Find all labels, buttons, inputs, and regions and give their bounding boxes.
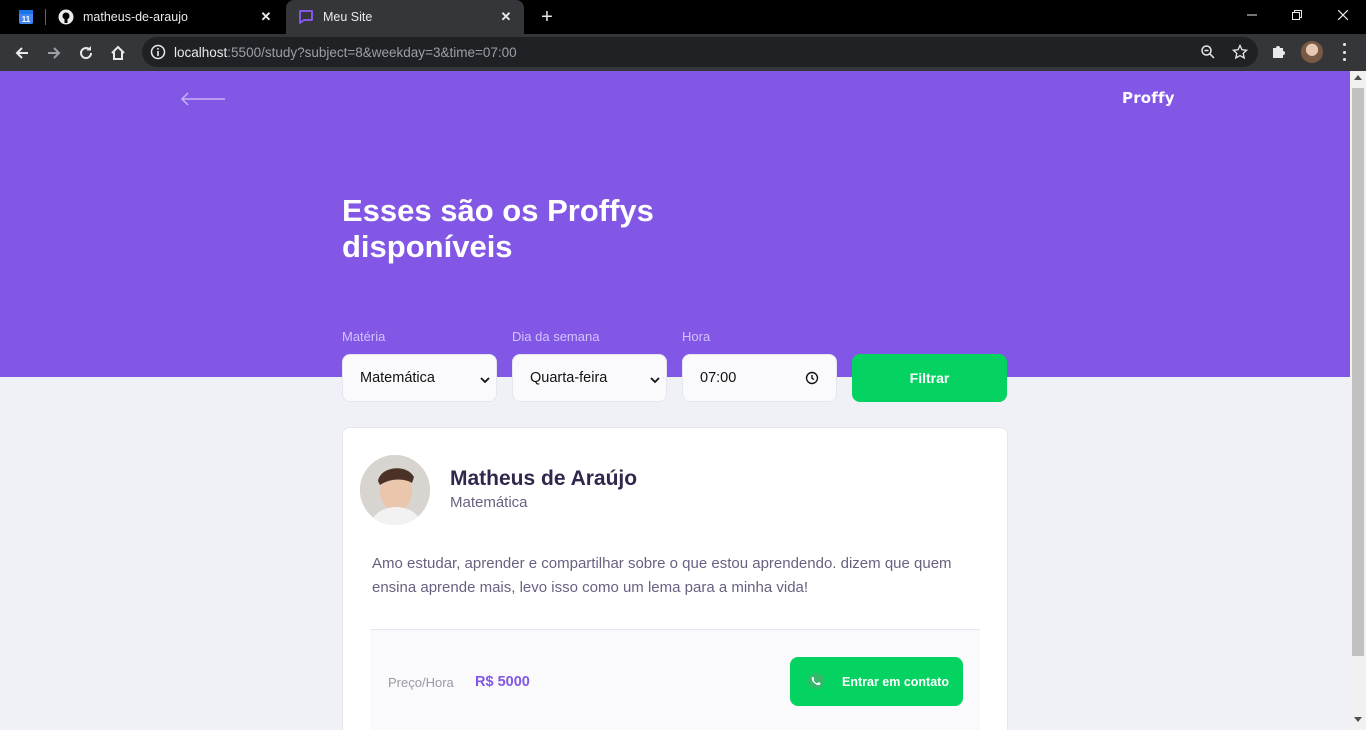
svg-text:11: 11 <box>22 15 31 24</box>
back-arrow-icon[interactable] <box>180 91 226 107</box>
weekday-select-value: Quarta-feira <box>530 370 608 386</box>
card-footer: Preço/Hora R$ 5000 Entrar em contato <box>370 629 980 730</box>
calendar-icon: 11 <box>18 9 34 25</box>
forward-icon[interactable] <box>40 39 68 67</box>
chevron-down-icon <box>650 373 660 384</box>
clock-icon[interactable] <box>805 371 819 385</box>
address-bar[interactable]: localhost:5500/study?subject=8&weekday=3… <box>142 37 1258 67</box>
subject-label: Matéria <box>342 329 386 344</box>
close-tab-icon[interactable]: ✕ <box>258 9 274 25</box>
weekday-select[interactable]: Quarta-feira <box>512 354 667 402</box>
close-window-icon[interactable] <box>1320 0 1366 30</box>
teacher-subject: Matemática <box>450 494 528 511</box>
back-icon[interactable] <box>8 39 36 67</box>
subject-select-value: Matemática <box>360 370 435 386</box>
chat-icon <box>298 9 314 25</box>
contact-button[interactable]: Entrar em contato <box>790 657 963 706</box>
scrollbar-thumb[interactable] <box>1352 88 1364 656</box>
scroll-up-icon[interactable] <box>1354 75 1362 80</box>
browser-toolbar: localhost:5500/study?subject=8&weekday=3… <box>0 34 1366 71</box>
page-header: Proffy Esses são os Proffys disponíveis … <box>0 71 1350 377</box>
scroll-down-icon[interactable] <box>1354 717 1362 722</box>
site-info-icon[interactable] <box>150 44 166 60</box>
restore-icon[interactable] <box>1274 0 1320 30</box>
tab-meu-site[interactable]: Meu Site ✕ <box>286 0 524 34</box>
teacher-card: Matheus de Araújo Matemática Amo estudar… <box>342 427 1008 730</box>
tab-title: Meu Site <box>323 10 373 24</box>
github-icon <box>58 9 74 25</box>
url-text: localhost:5500/study?subject=8&weekday=3… <box>174 45 517 60</box>
teacher-avatar <box>360 455 430 525</box>
page-viewport: Proffy Esses são os Proffys disponíveis … <box>0 71 1350 730</box>
price-label: Preço/Hora <box>388 675 454 690</box>
filter-button[interactable]: Filtrar <box>852 354 1007 402</box>
tab-calendar[interactable]: 11 <box>6 0 42 34</box>
whatsapp-icon <box>807 672 825 690</box>
profile-avatar[interactable] <box>1301 41 1323 63</box>
home-icon[interactable] <box>104 39 132 67</box>
close-tab-icon[interactable]: ✕ <box>498 9 514 25</box>
page-scrollbar[interactable] <box>1350 71 1366 730</box>
weekday-label: Dia da semana <box>512 329 600 344</box>
extensions-icon[interactable] <box>1270 42 1290 62</box>
tab-title: matheus-de-araujo <box>83 10 188 24</box>
reload-icon[interactable] <box>72 39 100 67</box>
teacher-bio: Amo estudar, aprender e compartilhar sob… <box>372 555 952 596</box>
time-label: Hora <box>682 329 711 344</box>
subject-select[interactable]: Matemática <box>342 354 497 402</box>
chevron-down-icon <box>480 373 490 384</box>
browser-tab-bar: 11 matheus-de-araujo ✕ Meu Site ✕ + <box>0 0 1366 34</box>
minimize-icon[interactable] <box>1229 0 1275 30</box>
zoom-icon[interactable] <box>1200 44 1216 60</box>
time-input[interactable]: 07:00 <box>682 354 837 402</box>
bookmark-star-icon[interactable] <box>1231 43 1249 60</box>
price-value: R$ 5000 <box>475 674 530 690</box>
tab-github[interactable]: matheus-de-araujo ✕ <box>46 0 284 34</box>
new-tab-icon[interactable]: + <box>535 5 559 29</box>
browser-menu-icon[interactable] <box>1336 43 1352 61</box>
teacher-name: Matheus de Araújo <box>450 467 638 490</box>
proffy-logo: Proffy <box>1122 89 1175 107</box>
time-input-value: 07:00 <box>700 370 737 386</box>
page-title: Esses são os Proffys disponíveis <box>342 193 654 264</box>
contact-button-label: Entrar em contato <box>842 674 949 689</box>
